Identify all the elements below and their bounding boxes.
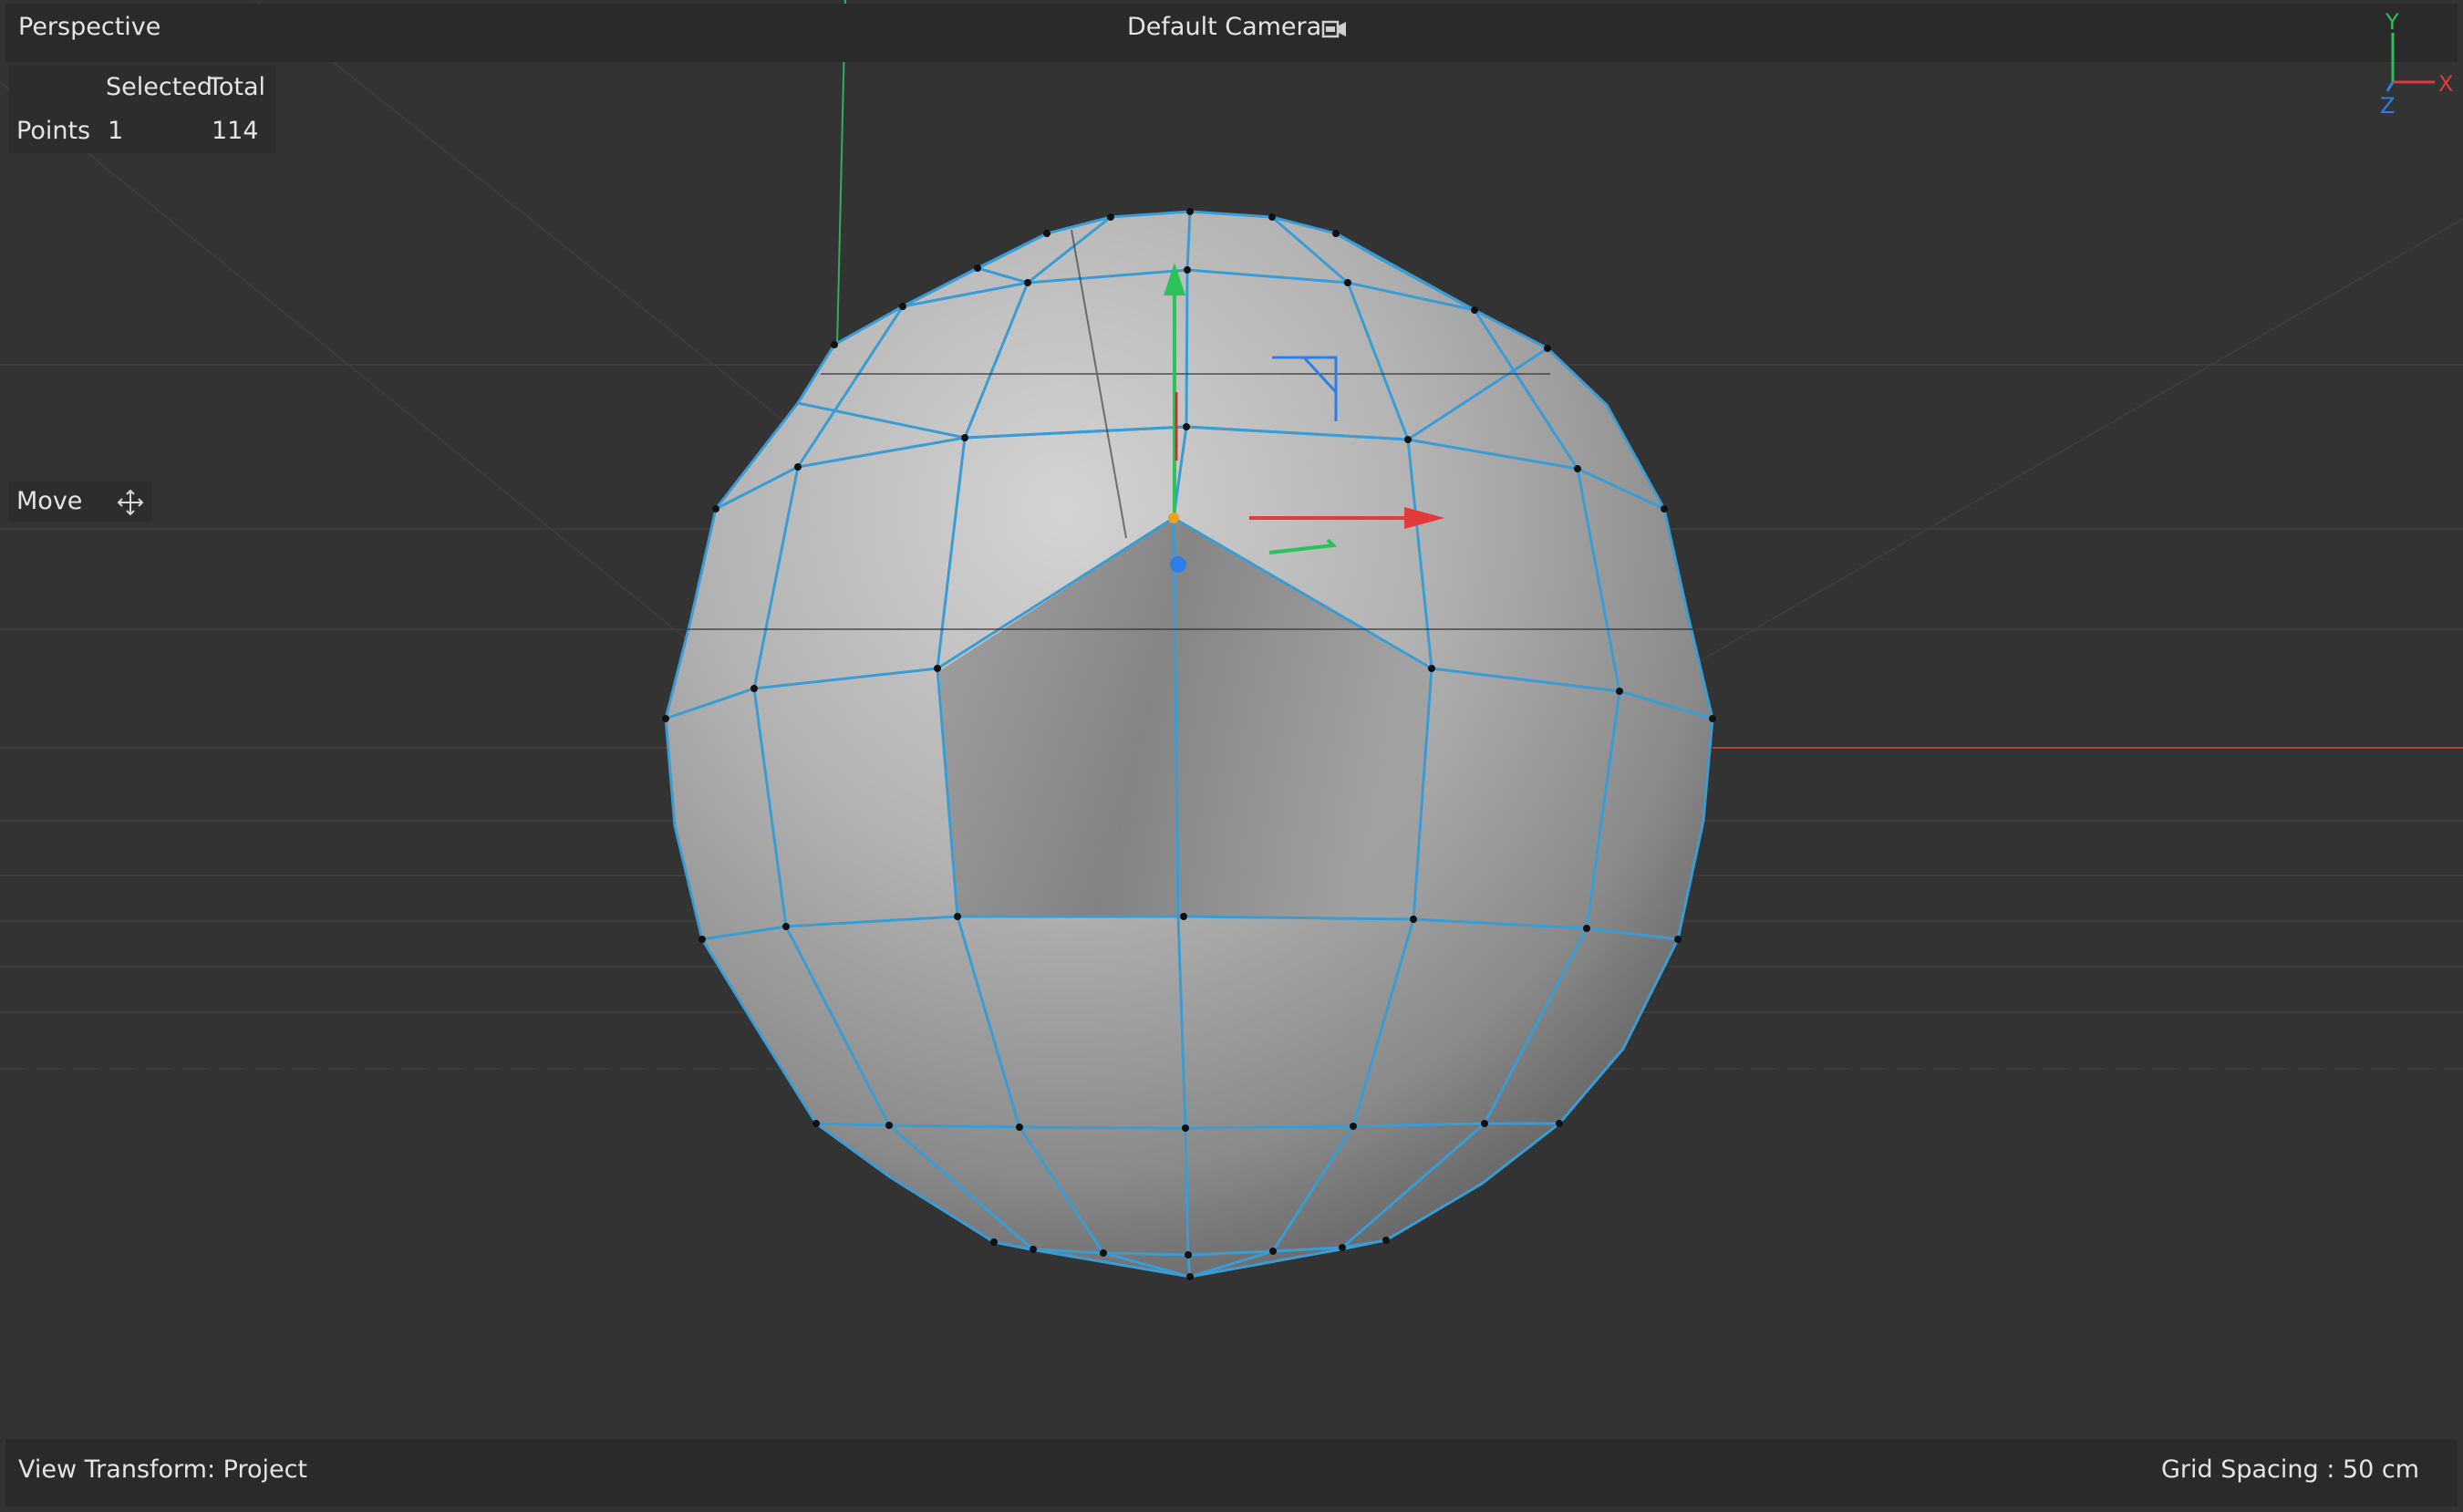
camera-icon[interactable]: [1320, 16, 1348, 44]
selection-stats: Selected Total Points 1 114: [9, 66, 275, 153]
view-transform-label[interactable]: View Transform: Project: [18, 1455, 307, 1484]
viewport-header: Perspective Default Camera: [5, 4, 2458, 62]
camera-name[interactable]: Default Camera: [1127, 13, 1321, 41]
move-icon: [117, 489, 144, 516]
stats-row-label: Points: [16, 117, 91, 145]
stats-header-selected: Selected: [106, 73, 213, 101]
view-name[interactable]: Perspective: [18, 13, 160, 41]
scene-view[interactable]: [0, 0, 2463, 1512]
selected-point[interactable]: [1170, 556, 1186, 573]
axis-label-x: X: [2438, 71, 2453, 97]
axis-indicator: Y X Z: [2380, 9, 2453, 115]
viewport[interactable]: Perspective Default Camera Selected Tota…: [0, 0, 2463, 1512]
stats-total-count: 114: [212, 117, 259, 145]
sphere-mesh[interactable]: [664, 210, 1714, 1279]
pivot-point[interactable]: [1168, 513, 1179, 523]
stats-selected-count: 1: [108, 117, 124, 145]
stats-header-total: Total: [208, 73, 266, 101]
grid-spacing-label: Grid Spacing : 50 cm: [2160, 1455, 2419, 1484]
active-tool-hud[interactable]: Move: [9, 482, 151, 522]
axis-label-z: Z: [2380, 93, 2395, 115]
tool-label: Move: [16, 487, 83, 515]
viewport-footer: View Transform: Project Grid Spacing : 5…: [5, 1439, 2458, 1507]
axis-label-y: Y: [2385, 9, 2399, 35]
